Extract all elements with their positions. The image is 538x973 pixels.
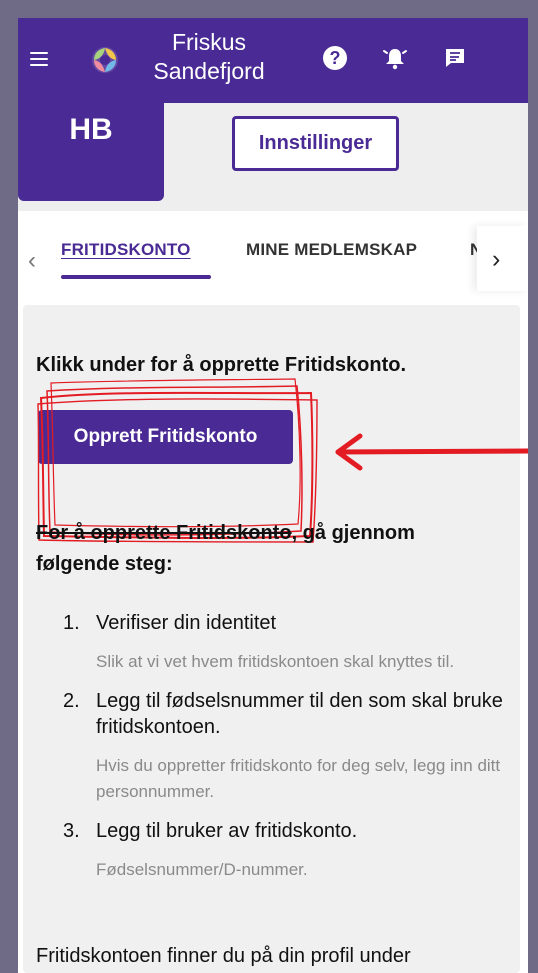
steps-list: 1. Verifiser din identitet Slik at vi ve…: [63, 610, 508, 896]
menu-icon[interactable]: [30, 52, 48, 66]
app-title: Friskus Sandefjord: [134, 28, 284, 86]
app-name-line-1: Friskus: [171, 29, 247, 55]
tabs-scroll-right-button[interactable]: ›: [477, 226, 528, 291]
active-tab-indicator: [61, 275, 211, 279]
footer-text: Fritidskontoen finner du på din profil u…: [36, 945, 411, 967]
mobile-app-screen: Friskus Sandefjord ? HB Innstillinger ‹ …: [18, 18, 528, 973]
tab-fritidskonto[interactable]: FRITIDSKONTO: [61, 240, 191, 260]
create-fritidskonto-button[interactable]: Opprett Fritidskonto: [38, 410, 293, 464]
step-title: Legg til bruker av fritidskonto.: [96, 820, 358, 842]
intro-text: Klikk under for å opprette Fritidskonto.: [36, 354, 407, 376]
list-item: 3. Legg til bruker av fritidskonto. Føds…: [63, 818, 508, 883]
step-title: Verifiser din identitet: [96, 612, 277, 634]
step-number: 3.: [63, 820, 80, 842]
list-item: 1. Verifiser din identitet Slik at vi ve…: [63, 610, 508, 675]
chevron-right-icon: ›: [492, 245, 501, 273]
screenshot-frame: Friskus Sandefjord ? HB Innstillinger ‹ …: [0, 0, 538, 973]
step-number: 2.: [63, 690, 80, 712]
list-item: 2. Legg til fødselsnummer til den som sk…: [63, 688, 508, 805]
help-icon[interactable]: ?: [323, 46, 347, 70]
app-header: Friskus Sandefjord ?: [18, 18, 528, 103]
steps-title: For å opprette Fritidskonto, gå gjennom …: [36, 518, 496, 580]
settings-button[interactable]: Innstillinger: [232, 116, 399, 171]
bell-icon[interactable]: [382, 46, 408, 72]
steps-title-struck-text: For å opprette Fritidskonto: [36, 522, 292, 544]
step-title: Legg til fødselsnummer til den som skal …: [96, 690, 503, 738]
tabs-bar: ‹ FRITIDSKONTO MINE MEDLEMSKAP N ›: [18, 211, 528, 301]
tab-mine-medlemskap[interactable]: MINE MEDLEMSKAP: [246, 240, 417, 260]
chat-icon[interactable]: [443, 46, 467, 70]
app-name-line-2: Sandefjord: [153, 58, 265, 84]
avatar: HB: [18, 103, 164, 201]
step-description: Slik at vi vet hvem fritidskontoen skal …: [96, 652, 455, 671]
logo-icon: [92, 47, 118, 73]
step-description: Hvis du oppretter fritidskonto for deg s…: [96, 756, 501, 801]
step-number: 1.: [63, 612, 80, 634]
chevron-left-icon[interactable]: ‹: [28, 247, 36, 275]
step-description: Fødselsnummer/D-nummer.: [96, 860, 308, 879]
